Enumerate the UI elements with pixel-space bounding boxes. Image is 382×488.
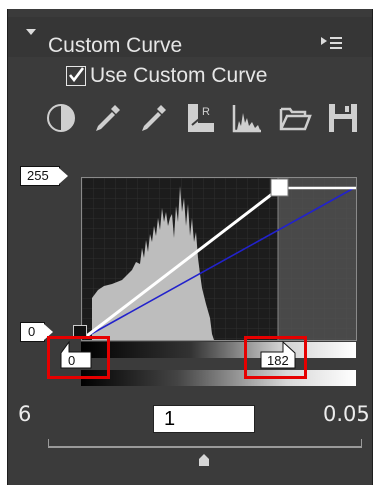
contrast-icon[interactable]	[44, 101, 78, 135]
gamma-slider-handle[interactable]	[197, 453, 211, 467]
slider-tick-right	[361, 439, 362, 446]
gamma-input[interactable]: 1	[153, 405, 255, 433]
custom-curve-panel: Custom Curve Use Custom Curve R 255 0 0 …	[7, 9, 373, 485]
input-gradient-bar	[81, 342, 356, 358]
channel-rgb-icon[interactable]: R	[183, 101, 217, 135]
curve-svg	[82, 178, 356, 340]
collapse-triangle-icon[interactable]	[26, 29, 36, 35]
save-icon[interactable]	[326, 101, 360, 135]
use-custom-curve-checkbox[interactable]	[66, 66, 86, 86]
output-max-label: 255	[20, 166, 68, 186]
output-min-label: 0	[20, 322, 53, 342]
curve-white-point-handle[interactable]	[270, 178, 289, 197]
histogram-icon[interactable]	[230, 101, 264, 135]
curve-graph[interactable]	[81, 177, 357, 341]
checkmark-icon	[68, 67, 84, 83]
use-custom-curve-label: Use Custom Curve	[90, 64, 268, 87]
open-folder-icon[interactable]	[278, 101, 312, 135]
gamma-min-label: 6	[18, 402, 32, 426]
output-gradient-bar	[81, 370, 356, 386]
panel-menu-icon[interactable]	[321, 36, 343, 52]
black-point-highlight	[47, 336, 110, 379]
panel-title: Custom Curve	[48, 34, 183, 57]
black-point-eyedropper-icon[interactable]	[90, 101, 124, 135]
gamma-slider-track[interactable]	[48, 446, 362, 448]
panel-header[interactable]: Custom Curve	[8, 17, 372, 57]
white-point-highlight	[244, 336, 307, 379]
svg-text:R: R	[202, 106, 210, 118]
slider-tick-left	[48, 439, 49, 446]
clipped-region	[278, 178, 356, 340]
white-point-eyedropper-icon[interactable]	[136, 101, 170, 135]
gamma-max-label: 0.05	[323, 402, 370, 426]
